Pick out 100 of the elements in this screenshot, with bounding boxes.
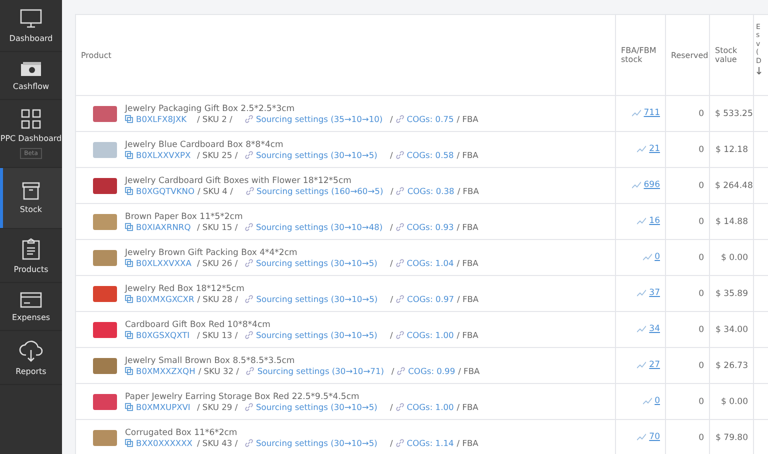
sku-text: / SKU 13 / (197, 330, 239, 340)
channel-text: / FBA (457, 294, 479, 304)
stock-link[interactable]: 70 (649, 432, 660, 442)
cogs-link[interactable]: COGs: 1.14 (406, 438, 454, 448)
stock-value: $ 0.00 (720, 252, 748, 262)
channel-text: / FBA (456, 114, 478, 124)
asin-link[interactable]: B0XIAXRNRQ (136, 222, 194, 232)
reserved-value: 0 (698, 360, 704, 370)
asin-link[interactable]: B0XMXGXCXR (136, 294, 194, 304)
sku-text: / SKU 29 / (197, 402, 239, 412)
product-name: Jewelry Brown Gift Packing Box 4*4*2cm (125, 248, 298, 258)
cogs-link[interactable]: COGs: 0.99 (408, 366, 456, 376)
cogs-link[interactable]: COGs: 0.38 (407, 186, 454, 196)
separator-text: / (390, 222, 393, 232)
sku-text: / SKU 25 / (197, 150, 239, 160)
sourcing-settings-link[interactable]: Sourcing settings (30→10→5) (256, 438, 387, 448)
product-name: Jewelry Red Box 18*12*5cm (125, 284, 246, 294)
separator-text: / (391, 366, 394, 376)
cogs-link[interactable]: COGs: 0.97 (407, 294, 454, 304)
cogs-link[interactable]: COGs: 0.93 (406, 222, 454, 232)
sku-text: / SKU 4 / (198, 186, 234, 196)
channel-text: / FBA (457, 186, 479, 196)
sourcing-settings-link[interactable]: Sourcing settings (30→10→71) (257, 366, 388, 376)
column-header[interactable]: FBA/FBM stock (621, 46, 660, 64)
sku-text: / SKU 15 / (197, 222, 239, 232)
nav-item[interactable]: Reports (0, 331, 62, 385)
stock-value: $ 26.73 (716, 360, 748, 370)
cogs-link[interactable]: COGs: 0.58 (406, 150, 454, 160)
cogs-link[interactable]: COGs: 1.04 (406, 258, 454, 268)
sourcing-settings-link[interactable]: Sourcing settings (160→60→5) (256, 186, 388, 196)
stock-value: $ 0.00 (720, 396, 748, 406)
stock-link[interactable]: 27 (649, 360, 660, 370)
stock-value: $ 35.89 (716, 288, 748, 298)
stock-link[interactable]: 37 (649, 288, 660, 298)
cogs-link[interactable]: COGs: 1.00 (406, 330, 454, 340)
separator-text: / (390, 186, 394, 196)
sku-text: / SKU 28 / (197, 294, 239, 304)
reserved-value: 0 (698, 144, 704, 154)
column-header[interactable]: Product (81, 50, 610, 60)
separator-text: / (390, 330, 393, 340)
stock-link[interactable]: 21 (649, 144, 660, 154)
channel-text: / FBA (456, 330, 478, 340)
separator-text: / (390, 114, 393, 124)
sourcing-settings-link[interactable]: Sourcing settings (30→10→5) (256, 330, 387, 340)
stock-value: $ 12.18 (716, 144, 748, 154)
reserved-value: 0 (698, 324, 704, 334)
stock-value: $ 79.80 (716, 432, 748, 442)
stock-link[interactable]: 696 (644, 180, 660, 190)
stock-value: $ 14.88 (716, 216, 748, 226)
asin-link[interactable]: B0XGQTVKNO (136, 186, 195, 196)
product-name: Corrugated Box 11*6*2cm (125, 428, 238, 438)
nav-item[interactable]: Expenses (0, 283, 62, 331)
stock-value: $ 264.48 (715, 180, 753, 190)
stock-link[interactable]: 0 (654, 252, 660, 262)
asin-link[interactable]: B0XLXXVXPX (136, 150, 194, 160)
stock-link[interactable]: 711 (644, 108, 660, 118)
sourcing-settings-link[interactable]: Sourcing settings (35→10→10) (256, 114, 387, 124)
nav-item[interactable]: Stock (0, 168, 62, 229)
channel-text: / FBA (458, 366, 480, 376)
nav-item[interactable]: Dashboard (0, 0, 62, 52)
stock-link[interactable]: 0 (654, 396, 660, 406)
stock-value: $ 533.25 (715, 108, 753, 118)
product-name: Jewelry Packaging Gift Box 2.5*2.5*3cm (125, 104, 296, 114)
asin-link[interactable]: B0XLXXVXXA (136, 258, 194, 268)
reserved-value: 0 (698, 432, 704, 442)
asin-link[interactable]: BXX0XXXXXX (136, 438, 194, 448)
nav-item[interactable]: Cashflow (0, 52, 62, 100)
asin-link[interactable]: B0XMXUPXVI (136, 402, 194, 412)
channel-text: / FBA (456, 222, 478, 232)
column-header[interactable]: Stock value (715, 46, 748, 64)
reserved-value: 0 (698, 396, 704, 406)
sourcing-settings-link[interactable]: Sourcing settings (30→10→5) (256, 258, 387, 268)
product-name: Brown Paper Box 11*5*2cm (125, 212, 244, 222)
separator-text: / (390, 402, 393, 412)
sourcing-settings-link[interactable]: Sourcing settings (30→10→5) (256, 402, 387, 412)
product-name: Jewelry Blue Cardboard Box 8*8*4cm (125, 140, 284, 150)
channel-text: / FBA (456, 402, 478, 412)
product-name: Jewelry Cardboard Gift Boxes with Flower 18*12*5cm (125, 176, 352, 186)
nav-item[interactable]: Products (0, 229, 62, 283)
asin-link[interactable]: B0XMXXZXQH (136, 366, 196, 376)
channel-text: / FBA (456, 150, 478, 160)
sku-text: / SKU 43 / (197, 438, 239, 448)
sourcing-settings-link[interactable]: Sourcing settings (30→10→5) (256, 294, 388, 304)
cogs-link[interactable]: COGs: 1.00 (406, 402, 454, 412)
reserved-value: 0 (698, 108, 704, 118)
stock-link[interactable]: 34 (649, 324, 660, 334)
sourcing-settings-link[interactable]: Sourcing settings (30→10→48) (256, 222, 387, 232)
sourcing-settings-link[interactable]: Sourcing settings (30→10→5) (256, 150, 387, 160)
cogs-link[interactable]: COGs: 0.75 (406, 114, 454, 124)
product-name: Jewelry Small Brown Box 8.5*8.5*3.5cm (125, 356, 296, 366)
stock-value: $ 34.00 (716, 324, 748, 334)
product-name: Cardboard Gift Box Red 10*8*4cm (125, 320, 272, 330)
separator-text: / (390, 294, 394, 304)
sku-text: / SKU 26 / (197, 258, 239, 268)
channel-text: / FBA (456, 438, 478, 448)
asin-link[interactable]: B0XLFX8JXK (136, 114, 194, 124)
separator-text: / (390, 150, 393, 160)
asin-link[interactable]: B0XGSXQXTI (136, 330, 194, 340)
stock-link[interactable]: 16 (649, 216, 660, 226)
channel-text: / FBA (456, 258, 478, 268)
